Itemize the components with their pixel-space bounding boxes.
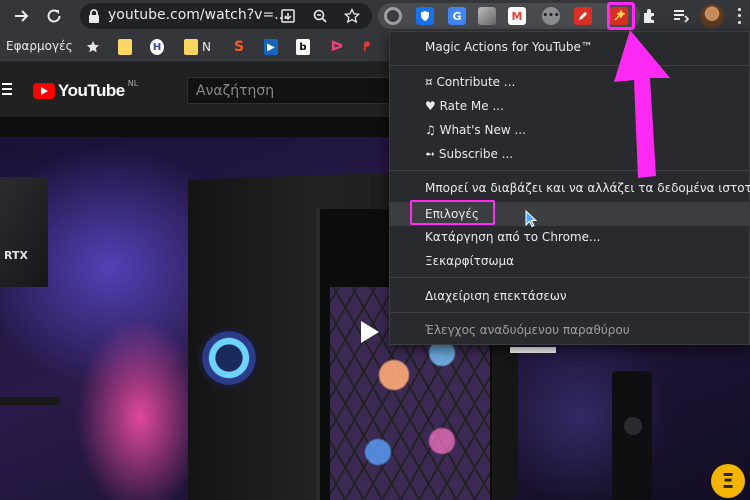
channel-watermark[interactable]: Ξ: [711, 464, 745, 498]
gpu-label: RTX: [4, 249, 28, 262]
menu-item-rate[interactable]: ♥ Rate Me ...: [390, 94, 750, 118]
search-input[interactable]: [188, 78, 406, 103]
shield-icon[interactable]: [416, 7, 434, 25]
menu-item-whats-new[interactable]: ♫ What's New ...: [390, 118, 750, 142]
folder-icon: [118, 39, 132, 55]
dots-circle-icon[interactable]: •••: [542, 7, 560, 25]
s-logo-icon: S: [233, 39, 245, 55]
bookmark-site-play[interactable]: ▶: [264, 39, 278, 55]
pen-red-icon[interactable]: [574, 7, 592, 25]
install-icon[interactable]: [280, 8, 296, 24]
mouse-cursor-icon: [525, 210, 537, 228]
star-icon: [87, 41, 99, 53]
browser-toolbar: youtube.com/watch?v=... G M •••: [0, 0, 750, 32]
menu-item-remove[interactable]: Κατάργηση από το Chrome...: [390, 225, 750, 249]
bookmark-folder-1[interactable]: [118, 39, 132, 55]
youtube-play-icon: [33, 83, 55, 99]
folder-icon: [184, 39, 198, 55]
menu-separator: [390, 170, 750, 171]
reload-button[interactable]: [42, 4, 66, 28]
menu-separator: [390, 312, 750, 313]
youtube-wordmark: YouTube: [58, 81, 125, 100]
gpu-box: RTX: [0, 177, 48, 287]
menu-item-subscribe[interactable]: ➻ Subscribe ...: [390, 142, 750, 166]
menu-separator: [390, 65, 750, 66]
puzzle-icon[interactable]: [640, 6, 660, 26]
video-play-icon[interactable]: [352, 317, 388, 347]
menu-item-site-access[interactable]: Μπορεί να διαβάζει και να αλλάζει τα δεδ…: [390, 176, 750, 200]
bookmark-folder-n[interactable]: N: [184, 39, 211, 55]
pink-d-icon: ᐅ: [330, 39, 344, 55]
reading-list-icon[interactable]: [671, 6, 691, 26]
hamburger-menu-icon[interactable]: [2, 83, 12, 95]
youtube-logo[interactable]: YouTube NL: [33, 79, 139, 101]
bookmark-star-icon[interactable]: [344, 8, 360, 24]
chrome-menu-icon[interactable]: [732, 6, 746, 26]
translate-icon[interactable]: G: [448, 7, 466, 25]
gray-circle-icon[interactable]: [384, 7, 402, 25]
studio-monitor: [612, 371, 652, 500]
url-text: youtube.com/watch?v=...: [108, 7, 288, 23]
youtube-search-box[interactable]: [187, 77, 407, 104]
site-icon: H: [150, 39, 164, 55]
options-highlight-box: [410, 200, 495, 225]
case-fan: [198, 327, 260, 389]
menu-item-unpin[interactable]: Ξεκαρφίτσωμα: [390, 249, 750, 273]
bookmark-label: N: [202, 40, 211, 54]
bookmark-apps[interactable]: Εφαρμογές: [6, 39, 73, 53]
lock-icon: [89, 9, 99, 23]
bookmark-star[interactable]: [86, 39, 100, 55]
extension-context-menu: Magic Actions for YouTube™ ¤ Contribute …: [389, 31, 750, 345]
annotation-arrow-icon: [614, 30, 670, 178]
zoom-icon[interactable]: [312, 8, 328, 24]
menu-item-contribute[interactable]: ¤ Contribute ...: [390, 70, 750, 94]
youtube-region: NL: [127, 79, 139, 88]
extension-highlight-box: [607, 2, 635, 30]
menu-item-title[interactable]: Magic Actions for YouTube™: [390, 35, 750, 59]
menu-item-inspect-popup[interactable]: Έλεγχος αναδυόμενου παραθύρου: [390, 318, 750, 342]
shelf: [0, 397, 60, 405]
bike-icon: ᖰ: [363, 39, 371, 55]
bookmark-site-bike[interactable]: ᖰ: [360, 39, 374, 55]
address-bar[interactable]: youtube.com/watch?v=...: [80, 3, 372, 29]
bookmark-site-s[interactable]: S: [232, 39, 246, 55]
menu-item-manage-extensions[interactable]: Διαχείριση επεκτάσεων: [390, 284, 750, 308]
menu-separator: [390, 277, 750, 278]
video-chapter-marker: [510, 347, 556, 353]
play-square-icon: ▶: [264, 39, 278, 55]
extensions-strip: G M •••: [378, 3, 640, 29]
bookmark-site-b[interactable]: b: [296, 39, 310, 55]
square-gray-icon[interactable]: [478, 7, 496, 25]
bookmark-site-d[interactable]: ᐅ: [330, 39, 344, 55]
gmail-icon[interactable]: M: [508, 7, 526, 25]
bookmark-site-1[interactable]: H: [150, 39, 164, 55]
b-square-icon: b: [296, 39, 310, 55]
forward-button[interactable]: [10, 4, 34, 28]
arrow-right-icon: [15, 10, 29, 22]
profile-avatar[interactable]: [700, 4, 724, 28]
reload-icon: [47, 9, 61, 23]
